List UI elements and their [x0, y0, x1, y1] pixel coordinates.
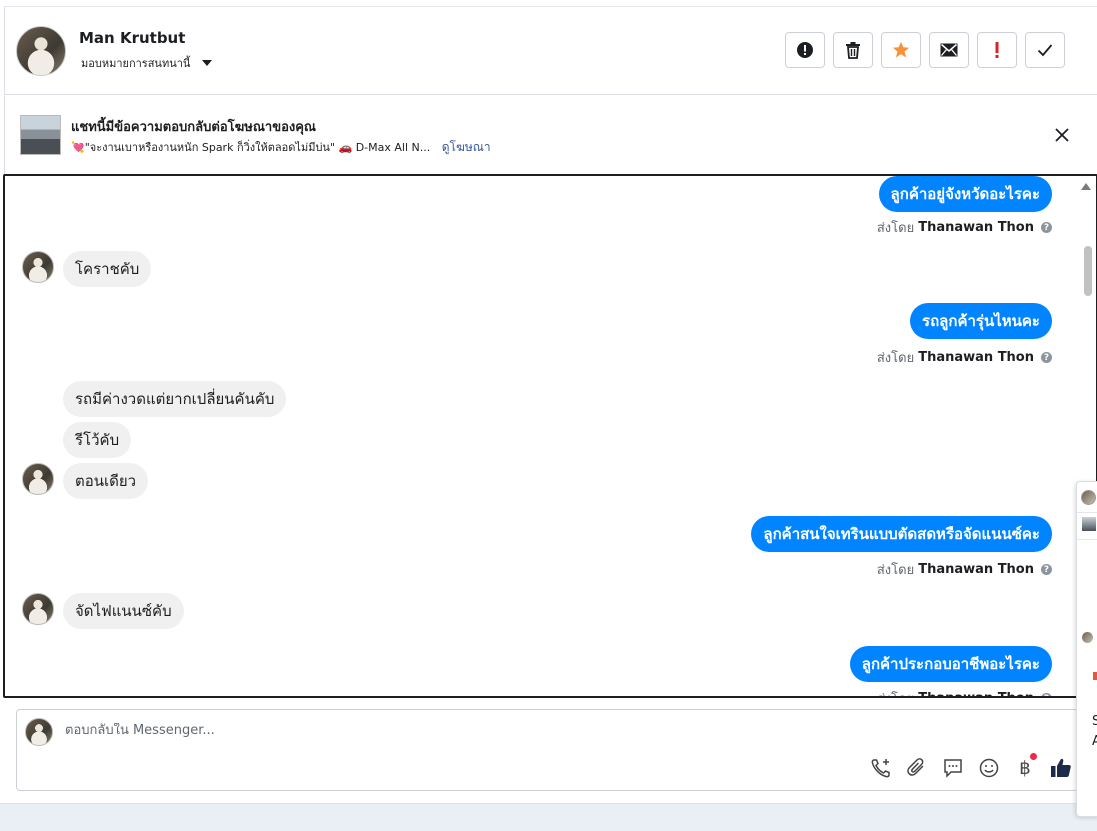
assign-label: มอบหมายการสนทนานี้: [81, 57, 191, 70]
caret-down-icon: [202, 60, 213, 66]
help-icon[interactable]: ?: [1041, 564, 1052, 575]
outgoing-message: ลูกค้าอยู่จังหวัดอะไรคะ: [878, 176, 1052, 212]
help-icon[interactable]: ?: [1041, 693, 1052, 696]
star-button[interactable]: [881, 32, 921, 68]
page-footer-strip: [0, 803, 1097, 831]
outgoing-message: ลูกค้าประกอบอาชีพอะไรคะ: [849, 646, 1052, 682]
messenger-inbox: Man Krutbut มอบหมายการสนทนานี้ แชทนี้มีข…: [0, 0, 1097, 831]
emoji-icon: [979, 758, 999, 778]
page-avatar: [25, 718, 53, 746]
conversation-header: Man Krutbut มอบหมายการสนทนานี้: [4, 6, 1097, 95]
call-button[interactable]: [869, 756, 893, 780]
mark-unread-button[interactable]: [929, 32, 969, 68]
mail-icon: [940, 43, 958, 57]
baht-icon: ฿: [1019, 757, 1031, 779]
like-button[interactable]: [1049, 756, 1073, 780]
help-icon[interactable]: ?: [1041, 352, 1052, 363]
ad-reply-banner: แชทนี้มีข้อความตอบกลับต่อโฆษณาของคุณ 💘"จ…: [4, 96, 1097, 174]
help-icon[interactable]: ?: [1041, 222, 1052, 233]
thumbs-up-icon: [1051, 758, 1071, 777]
payment-button[interactable]: ฿: [1013, 753, 1037, 780]
contact-avatar: [22, 251, 54, 283]
reply-composer: ฿: [16, 709, 1078, 791]
attachment-icon: [907, 758, 924, 776]
incoming-message: โคราชคับ: [63, 251, 152, 287]
saved-replies-button[interactable]: [941, 756, 965, 780]
check-icon: [1037, 44, 1053, 57]
sent-by-label: ส่งโดย Thanawan Thon ?: [877, 688, 1052, 696]
mark-done-button[interactable]: [1025, 32, 1065, 68]
attach-button[interactable]: [905, 756, 929, 780]
incoming-message: รีโว้คับ: [63, 422, 132, 458]
ad-thumbnail: [20, 115, 61, 155]
sent-by-label: ส่งโดย Thanawan Thon ?: [877, 347, 1052, 368]
mark-spam-button[interactable]: [785, 32, 825, 68]
incoming-message: จัดไฟแนนซ์คับ: [63, 593, 184, 629]
trash-icon: [846, 42, 860, 59]
sent-by-label: ส่งโดย Thanawan Thon ?: [877, 217, 1052, 238]
phone-plus-icon: [871, 759, 890, 778]
sender-name: Thanawan Thon: [918, 562, 1034, 577]
status-mark: [1093, 672, 1097, 680]
sender-name: Thanawan Thon: [918, 220, 1034, 235]
emoji-button[interactable]: [977, 756, 1001, 780]
avatar[interactable]: [16, 26, 66, 76]
panel-text: S A: [1092, 712, 1097, 752]
composer-toolbar: ฿: [869, 753, 1073, 780]
avatar: [1081, 490, 1096, 505]
close-icon[interactable]: [1053, 126, 1071, 144]
scroll-thumb[interactable]: [1084, 246, 1092, 296]
floating-chat-panel[interactable]: S A: [1076, 481, 1097, 817]
assign-conversation-dropdown[interactable]: มอบหมายการสนทนานี้: [81, 54, 213, 72]
contact-name[interactable]: Man Krutbut: [79, 29, 185, 47]
chat-bubble-icon: [944, 759, 962, 778]
star-icon: [892, 41, 910, 58]
avatar: [1082, 632, 1093, 643]
incoming-message: รถมีค่างวดแต่ยากเปลี่ยนคันคับ: [63, 381, 287, 417]
contact-avatar: [22, 593, 54, 625]
outgoing-message: ลูกค้าสนใจเทรินแบบตัดสดหรือจัดแนนซ์คะ: [751, 516, 1052, 552]
spam-alert-icon: [797, 42, 813, 58]
important-button[interactable]: [977, 32, 1017, 68]
ad-banner-title: แชทนี้มีข้อความตอบกลับต่อโฆษณาของคุณ: [71, 120, 316, 135]
view-ad-link[interactable]: ดูโฆษณา: [442, 140, 491, 154]
outgoing-message: รถลูกค้ารุ่นไหนคะ: [910, 303, 1052, 339]
ad-caption: 💘"จะงานเบาหรืองานหนัก Spark ก็วิ่งให้ตลอ…: [71, 141, 431, 154]
scroll-up-arrow-icon[interactable]: [1081, 183, 1091, 190]
reply-input[interactable]: [65, 723, 965, 738]
exclamation-icon: [995, 42, 999, 58]
contact-avatar: [22, 463, 54, 495]
delete-button[interactable]: [833, 32, 873, 68]
notification-dot: [1030, 753, 1037, 760]
sent-by-label: ส่งโดย Thanawan Thon ?: [877, 559, 1052, 580]
sender-name: Thanawan Thon: [918, 350, 1034, 365]
message-thread[interactable]: ลูกค้าอยู่จังหวัดอะไรคะ ส่งโดย Thanawan …: [3, 174, 1097, 698]
header-toolbar: [785, 32, 1065, 68]
sender-name: Thanawan Thon: [918, 691, 1034, 696]
ad-thumbnail: [1082, 517, 1096, 531]
ad-banner-subtitle: 💘"จะงานเบาหรืองานหนัก Spark ก็วิ่งให้ตลอ…: [71, 138, 491, 157]
incoming-message: ตอนเดียว: [63, 463, 149, 499]
